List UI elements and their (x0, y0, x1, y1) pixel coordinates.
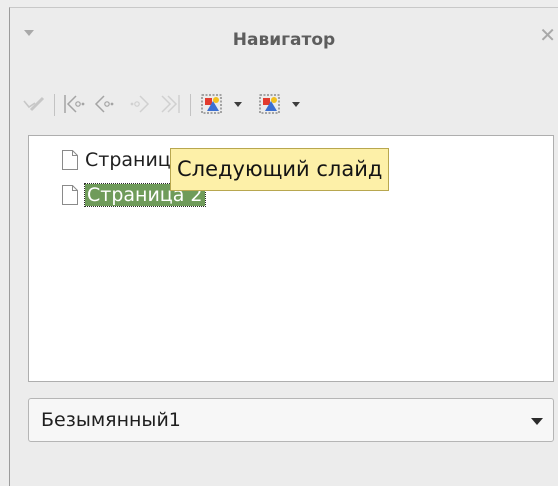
page-icon (62, 185, 78, 205)
panel-title: Навигатор (232, 30, 336, 50)
document-select[interactable]: Безымянный1 (28, 398, 554, 442)
toolbar-separator (190, 94, 191, 116)
chevron-down-icon[interactable] (531, 418, 543, 425)
toolbar-separator (54, 94, 55, 116)
document-select-value: Безымянный1 (41, 409, 181, 431)
navigator-panel: Навигатор ✕ Страница 1 Страница 2 Безымя… (9, 7, 558, 486)
next-slide-icon (130, 95, 150, 113)
drag-mode-button[interactable] (198, 88, 226, 120)
page-icon (62, 150, 78, 170)
pen-icon (23, 96, 45, 112)
tooltip: Следующий слайд (170, 148, 390, 191)
previous-slide-icon (94, 95, 114, 113)
drag-mode-icon (201, 94, 222, 114)
chevron-down-icon[interactable] (234, 102, 242, 107)
close-icon[interactable]: ✕ (539, 25, 556, 45)
first-slide-icon (64, 95, 85, 113)
shapes-icon (259, 94, 280, 114)
title-bar: Навигатор ✕ (10, 8, 558, 72)
next-slide-button[interactable] (124, 88, 152, 120)
first-slide-button[interactable] (60, 88, 88, 120)
show-shapes-button[interactable] (256, 88, 284, 120)
chevron-down-icon[interactable] (292, 102, 300, 107)
pen-button[interactable] (20, 88, 48, 120)
last-slide-icon (161, 95, 180, 113)
previous-slide-button[interactable] (92, 88, 120, 120)
navigator-toolbar (20, 88, 420, 120)
last-slide-button[interactable] (156, 88, 184, 120)
